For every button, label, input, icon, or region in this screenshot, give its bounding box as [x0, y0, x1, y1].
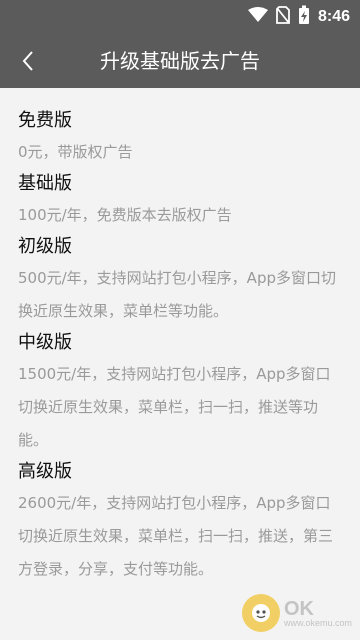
no-sim-icon [276, 6, 290, 28]
plan-description: 500元/年，支持网站打包小程序，App多窗口切换近原生效果，菜单栏等功能。 [18, 269, 336, 320]
plan-name: 免费版 [18, 110, 72, 131]
plan-item-basic: 基础版 100元/年，免费版本去版权广告 [18, 169, 342, 232]
plan-description: 100元/年，免费版本去版权广告 [18, 206, 232, 224]
status-icons: 8:46 [247, 5, 350, 29]
wifi-icon [247, 7, 268, 27]
plan-item-intermediate: 中级版 1500元/年，支持网站打包小程序，App多窗口切换近原生效果，菜单栏，… [18, 328, 342, 457]
app-bar: 升级基础版去广告 [0, 34, 360, 88]
plan-item-advanced: 高级版 2600元/年，支持网站打包小程序，App多窗口切换近原生效果，菜单栏，… [18, 457, 342, 586]
watermark-text: OK www.okemu.com [284, 599, 352, 628]
plan-item-free: 免费版 0元，带版权广告 [18, 106, 342, 169]
watermark-sub: www.okemu.com [283, 617, 352, 628]
plan-description: 2600元/年，支持网站打包小程序，App多窗口切换近原生效果，菜单栏，扫一扫，… [18, 494, 334, 578]
plan-description: 1500元/年，支持网站打包小程序，App多窗口切换近原生效果，菜单栏，扫一扫，… [18, 365, 331, 449]
plan-name: 初级版 [18, 236, 72, 257]
plans-list: 免费版 0元，带版权广告 基础版 100元/年，免费版本去版权广告 初级版 50… [0, 88, 360, 640]
battery-charging-icon [298, 5, 310, 29]
plan-item-primary: 初级版 500元/年，支持网站打包小程序，App多窗口切换近原生效果，菜单栏等功… [18, 232, 342, 328]
plan-name: 高级版 [18, 461, 72, 482]
plan-description: 0元，带版权广告 [18, 143, 133, 161]
watermark: OK www.okemu.com [241, 594, 352, 632]
status-bar: 8:46 [0, 0, 360, 34]
page-title: 升级基础版去广告 [100, 49, 260, 73]
watermark-logo-icon [241, 594, 280, 632]
status-time: 8:46 [317, 8, 350, 25]
plan-name: 中级版 [18, 332, 72, 353]
back-button[interactable] [14, 47, 42, 75]
back-arrow-icon [22, 51, 33, 71]
plan-name: 基础版 [18, 173, 72, 194]
watermark-main: OK [283, 597, 314, 620]
